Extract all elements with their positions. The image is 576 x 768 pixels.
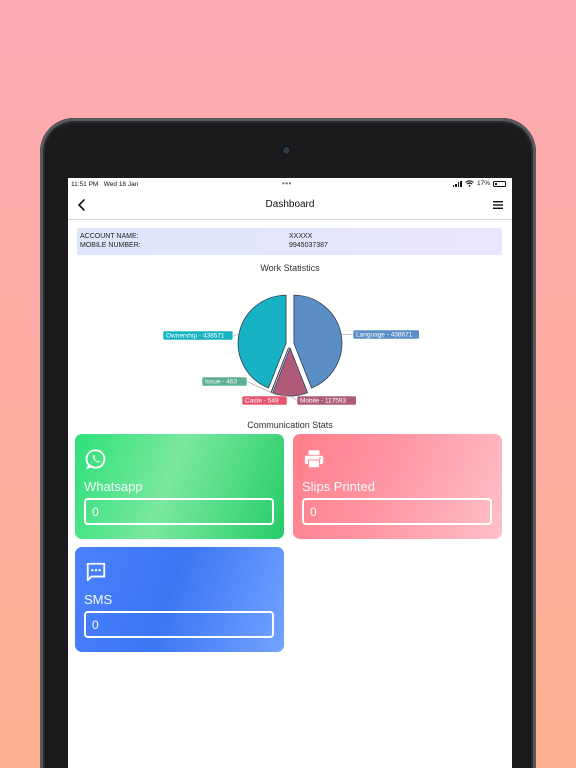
whatsapp-card[interactable]: Whatsapp 0 (75, 434, 284, 539)
status-indicators: 17% (452, 180, 506, 187)
cellular-signal-icon (452, 180, 462, 187)
page-title: Dashboard (265, 199, 315, 210)
sms-label: SMS (84, 592, 113, 607)
account-name-value: XXXXX (289, 233, 313, 240)
pie-label-ownership: Ownership - 438571 (166, 333, 225, 340)
work-statistics-title: Work Statistics (260, 263, 320, 273)
multitask-dots-icon[interactable]: ••• (282, 179, 292, 188)
mobile-number-label: MOBILE NUMBER: (80, 242, 141, 249)
pie-label-mobile: Mobile - 117593 (300, 398, 347, 405)
battery-icon (493, 180, 506, 187)
pie-leader-mobile (289, 395, 298, 401)
hamburger-menu-icon[interactable] (492, 199, 504, 211)
printer-icon (304, 450, 324, 469)
sms-icon (86, 562, 106, 582)
slips-printed-count-field[interactable]: 0 (302, 498, 492, 525)
slips-printed-label: Slips Printed (302, 479, 375, 494)
communication-stats-title: Communication Stats (247, 420, 333, 430)
whatsapp-label: Whatsapp (84, 479, 143, 494)
mobile-number-value: 9945037387 (289, 242, 328, 249)
work-statistics-pie-chart: Language - 438671 Mobile - 117593 Caste - … (162, 294, 420, 406)
pie-label-caste: Caste - 549 (245, 398, 279, 405)
front-camera (283, 147, 290, 154)
pie-slice-language[interactable] (293, 294, 343, 389)
sms-card[interactable]: SMS 0 (75, 547, 284, 652)
account-info-box: ACCOUNT NAME: MOBILE NUMBER: XXXXX 99450… (77, 228, 502, 255)
app-screen: 11:51 PM Wed 18 Jan ••• 17% Dashboard AC… (68, 178, 512, 768)
whatsapp-icon (85, 449, 106, 470)
battery-percent: 17% (476, 180, 490, 187)
status-bar: 11:51 PM Wed 18 Jan ••• 17% (68, 178, 512, 192)
account-name-label: ACCOUNT NAME: (80, 233, 139, 240)
whatsapp-count-field[interactable]: 0 (84, 498, 274, 525)
pie-label-issue: Issue - 463 (205, 379, 238, 386)
sms-count-field[interactable]: 0 (84, 611, 274, 638)
status-time: 11:51 PM Wed 18 Jan (71, 181, 139, 188)
top-nav-bar: Dashboard (68, 192, 512, 220)
pie-slice-ownership[interactable] (237, 294, 287, 389)
pie-label-language: Language - 438671 (356, 332, 413, 339)
slips-printed-card[interactable]: Slips Printed 0 (293, 434, 502, 539)
wifi-icon (465, 180, 474, 187)
pie-slices (237, 294, 343, 397)
pie-leader-ownership (232, 334, 239, 336)
